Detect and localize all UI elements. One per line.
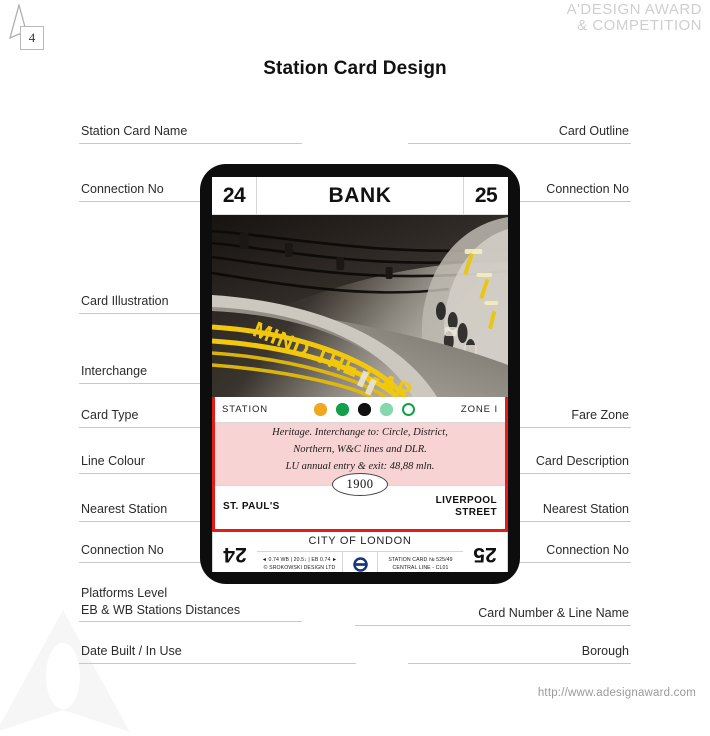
card-info-panel: STATION ZONE I Heritage. Interchange to:… [212,397,508,529]
callout-interchange-line-1: Interchange [81,364,148,378]
card-footer: 24 CITY OF LONDON ◄ 0.74 WB | 20.5↓ | EB… [212,528,508,572]
callout-card-number-line-name-line-1: Card Number & Line Name [478,606,629,620]
callout-card-illustration: Card Illustration [79,294,171,311]
northern-line-dot [357,403,371,416]
card-type-zone-row: STATION ZONE I [215,397,505,423]
header-connection-left: 24 [212,177,257,214]
nearest-station-right-line-1: LIVERPOOL [435,494,497,506]
page-title: Station Card Design [263,58,447,79]
nearest-station-right-line-2: STREET [455,507,497,519]
footer-connection-left: 24 [212,531,257,572]
district-line-dot [335,403,349,416]
leader-line-station-card-name [79,143,302,144]
callout-interchange: Interchange [79,364,149,381]
circle-line-dot [313,403,327,416]
callout-card-number-line-name: Card Number & Line Name [0,606,631,623]
nearest-station-left-value: ST. PAUL'S [223,500,280,512]
line-name: CENTRAL LINE - CL01 [392,565,449,572]
header-connection-right: 25 [463,177,508,214]
background-a-watermark [0,610,130,732]
waterloo-city-line-dot [379,403,393,416]
card-type-label: STATION [222,404,269,415]
card-number: STATION CARD № 525/49 [388,557,453,564]
borough-name: CITY OF LONDON [257,532,463,552]
leader-line-card-number-line-name [355,625,631,626]
copyright-text: © SROKOWSKI DESIGN LTD [263,565,336,572]
card-description-block: Heritage. Interchange to: Circle, Distri… [215,423,505,496]
slide-page: 4 A'DESIGN AWARD & COMPETITION Station C… [0,0,710,732]
station-card[interactable]: 24 BANK 25 MIND THE GAP STATION ZONE I H… [200,164,520,584]
footer-connection-right: 25 [463,531,508,572]
date-built-badge: 1900 [332,472,388,496]
callout-borough-line-1: Borough [581,644,629,658]
card-description-line-2: Northern, W&C lines and DLR. [293,443,427,455]
callout-card-outline: Card Outline [0,124,631,141]
dlr-line-dot [401,403,415,416]
roundel-cell [342,551,378,572]
leader-line-borough [408,663,631,664]
card-footer-middle: CITY OF LONDON ◄ 0.74 WB | 20.5↓ | EB 0.… [257,532,463,572]
line-colour-dots [268,403,461,416]
leader-line-card-outline [408,143,631,144]
callout-card-outline-line-1: Card Outline [558,124,629,138]
card-description-line-1: Heritage. Interchange to: Circle, Distri… [272,427,448,438]
card-header: 24 BANK 25 [212,177,508,215]
page-number: 4 [20,26,44,50]
tfl-roundel-icon [352,557,368,572]
nearest-station-right-value: LIVERPOOL STREET [436,495,497,520]
leader-line-date-built-in-use [79,663,356,664]
callout-card-illustration-line-1: Card Illustration [81,294,169,308]
footer-url: http://www.adesignaward.com [537,687,696,699]
award-watermark: A'DESIGN AWARD & COMPETITION [567,2,702,34]
award-watermark-line-1: A'DESIGN AWARD [566,1,702,18]
station-name: BANK [328,183,392,207]
fare-zone-label: ZONE I [460,404,498,415]
card-footer-meta: ◄ 0.74 WB | 20.5↓ | EB 0.74 ► © SROKOWSK… [257,551,463,572]
callout-borough: Borough [0,644,631,661]
callout-platforms-level-distances-line-1: Platforms Level [81,586,168,600]
award-watermark-line-2: & COMPETITION [577,16,702,34]
platform-distances: ◄ 0.74 WB | 20.5↓ | EB 0.74 ► [261,557,338,564]
card-illustration-photo: MIND THE GAP [212,215,508,397]
station-card-inner: 24 BANK 25 MIND THE GAP STATION ZONE I H… [212,177,508,572]
platform-distances-cell: ◄ 0.74 WB | 20.5↓ | EB 0.74 ► © SROKOWSK… [257,552,342,572]
card-number-cell: STATION CARD № 525/49 CENTRAL LINE - CL0… [378,552,463,572]
